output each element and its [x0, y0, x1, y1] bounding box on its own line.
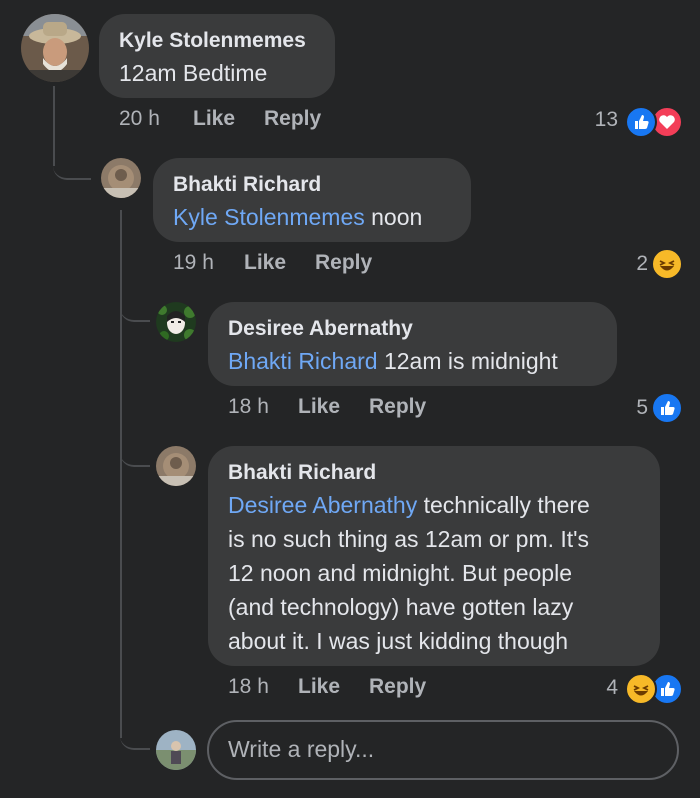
mention-link[interactable]: Bhakti Richard	[228, 348, 378, 374]
timestamp[interactable]: 20 h	[119, 107, 160, 131]
comment-text-line: is no such thing as 12am or pm. It's	[228, 526, 590, 552]
comment-text-body: 12am is midnight	[377, 348, 558, 374]
author-name[interactable]: Bhakti Richard	[173, 173, 321, 197]
thread-line-nested	[120, 210, 122, 738]
reaction-count[interactable]: 13	[580, 108, 618, 132]
timestamp[interactable]: 18 h	[228, 395, 269, 419]
comment-text-line: Desiree Abernathy technically there	[228, 488, 590, 522]
haha-icon	[625, 673, 657, 705]
author-name[interactable]: Desiree Abernathy	[228, 317, 413, 341]
thread-curve-4	[120, 724, 150, 750]
avatar[interactable]	[156, 302, 196, 342]
comment-text: 12am Bedtime	[119, 60, 268, 86]
like-button[interactable]: Like	[244, 251, 286, 275]
author-name[interactable]: Bhakti Richard	[228, 461, 376, 485]
thread-curve-1	[53, 150, 91, 180]
avatar[interactable]	[101, 158, 141, 198]
reply-button[interactable]: Reply	[369, 675, 426, 699]
reply-button[interactable]: Reply	[264, 107, 321, 131]
reaction-count[interactable]: 2	[610, 252, 648, 276]
like-button[interactable]: Like	[193, 107, 235, 131]
reply-input[interactable]: Write a reply...	[207, 720, 679, 780]
comment-bubble: Bhakti Richard Desiree Abernathy technic…	[208, 446, 660, 666]
like-button[interactable]: Like	[298, 675, 340, 699]
comment-bubble: Bhakti Richard Kyle Stolenmemes noon	[153, 158, 471, 242]
timestamp[interactable]: 18 h	[228, 675, 269, 699]
haha-icon	[651, 248, 683, 280]
comment-text-line: 12 noon and midnight. But people	[228, 560, 572, 586]
comment-text: Kyle Stolenmemes noon	[173, 200, 422, 234]
comment-bubble: Kyle Stolenmemes 12am Bedtime	[99, 14, 335, 98]
like-icon	[625, 106, 657, 138]
reply-button[interactable]: Reply	[315, 251, 372, 275]
avatar[interactable]	[156, 446, 196, 486]
reply-placeholder: Write a reply...	[228, 736, 375, 762]
thread-curve-2	[120, 300, 150, 322]
thread-curve-3	[120, 445, 150, 467]
comment-text-body: technically there	[417, 492, 590, 518]
comment-text-line: (and technology) have gotten lazy	[228, 594, 574, 620]
timestamp[interactable]: 19 h	[173, 251, 214, 275]
reply-button[interactable]: Reply	[369, 395, 426, 419]
like-icon	[651, 392, 683, 424]
mention-link[interactable]: Kyle Stolenmemes	[173, 204, 365, 230]
comment-text-body: noon	[364, 204, 423, 230]
comment-text: Bhakti Richard 12am is midnight	[228, 344, 558, 378]
avatar[interactable]	[21, 14, 89, 82]
comment-bubble: Desiree Abernathy Bhakti Richard 12am is…	[208, 302, 617, 386]
like-button[interactable]: Like	[298, 395, 340, 419]
current-user-avatar	[156, 730, 196, 770]
mention-link[interactable]: Desiree Abernathy	[228, 492, 417, 518]
reaction-count[interactable]: 4	[580, 676, 618, 700]
author-name[interactable]: Kyle Stolenmemes	[119, 29, 306, 53]
comment-text-line: about it. I was just kidding though	[228, 628, 569, 654]
reaction-count[interactable]: 5	[610, 396, 648, 420]
